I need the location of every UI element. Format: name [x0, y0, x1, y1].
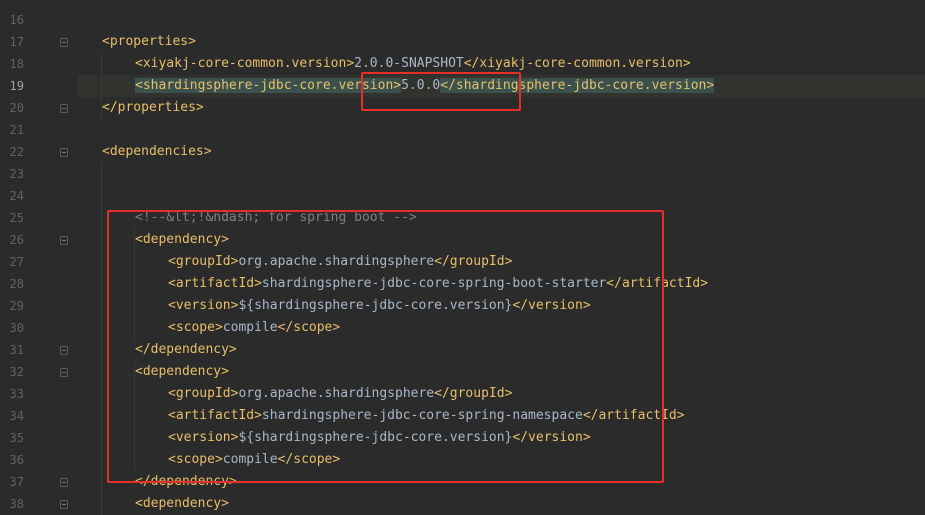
xml-text: 2.0.0-SNAPSHOT	[354, 56, 464, 71]
line-number: 28	[9, 277, 24, 291]
line-number: 30	[9, 321, 24, 335]
line-number: 20	[9, 101, 24, 115]
line-number: 29	[9, 299, 24, 313]
fold-toggle-icon[interactable]	[60, 500, 68, 509]
fold-toggle-icon[interactable]	[60, 104, 68, 113]
fold-toggle-icon[interactable]	[60, 368, 68, 377]
code-line[interactable]: <properties>	[102, 31, 196, 53]
fold-toggle-icon[interactable]	[60, 478, 68, 487]
xml-tag: <dependencies>	[102, 144, 212, 159]
line-number: 25	[9, 211, 24, 225]
fold-toggle-icon[interactable]	[60, 346, 68, 355]
line-number: 19	[9, 79, 24, 93]
code-line[interactable]: </properties>	[102, 97, 204, 119]
line-number: 16	[9, 13, 24, 27]
xml-tag: </xiyakj-core-common.version>	[463, 56, 691, 71]
line-number: 37	[9, 475, 24, 489]
line-number: 36	[9, 453, 24, 467]
line-number-gutter[interactable]: 16 17 18 19 20 21 22 23 24 25 26 27 28 29 30 31 32 33 34 35…	[0, 0, 78, 514]
fold-toggle-icon[interactable]	[60, 38, 68, 47]
line-number: 24	[9, 189, 24, 203]
line-number: 17	[9, 35, 24, 49]
line-number: 23	[9, 167, 24, 181]
line-number: 32	[9, 365, 24, 379]
xml-tag: <xiyakj-core-common.version>	[135, 56, 355, 71]
line-number: 26	[9, 233, 24, 247]
line-number: 38	[9, 497, 24, 511]
fold-toggle-icon[interactable]	[60, 236, 68, 245]
line-number: 34	[9, 409, 24, 423]
line-number: 22	[9, 145, 24, 159]
xml-tag: <dependency>	[135, 496, 229, 511]
indent-guide	[101, 53, 102, 119]
line-number: 31	[9, 343, 24, 357]
code-editor[interactable]: 16 17 18 19 20 21 22 23 24 25 26 27 28 29 30 31 32 33 34 35…	[0, 0, 925, 515]
xml-tag: <properties>	[102, 34, 196, 49]
fold-toggle-icon[interactable]	[60, 148, 68, 157]
code-line[interactable]: <dependencies>	[102, 141, 212, 163]
line-number: 35	[9, 431, 24, 445]
version-annotation-box	[361, 72, 521, 111]
line-number: 27	[9, 255, 24, 269]
line-number: 18	[9, 57, 24, 71]
code-line[interactable]: <dependency>	[135, 493, 229, 515]
indent-guide	[101, 163, 102, 515]
dependencies-annotation-box	[107, 210, 664, 483]
line-number: 21	[9, 123, 24, 137]
xml-tag: </properties>	[102, 100, 204, 115]
line-number: 33	[9, 387, 24, 401]
